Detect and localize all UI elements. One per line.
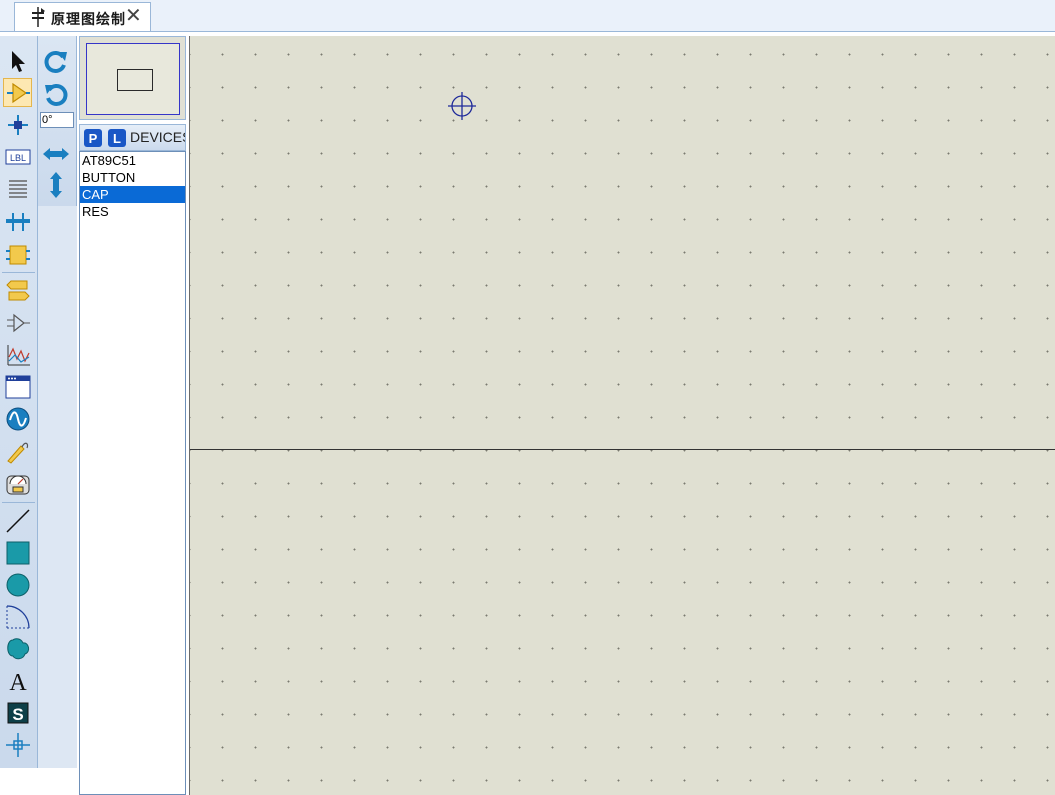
device-list-item[interactable]: RES <box>80 203 185 220</box>
text-lines-icon <box>8 179 27 198</box>
subcircuit-icon <box>5 245 30 264</box>
marker-icon <box>5 732 30 757</box>
schematic-icon <box>32 7 45 27</box>
text-mode-button[interactable]: A <box>3 666 32 695</box>
terminal-mode-button[interactable] <box>3 276 32 305</box>
generator-mode-button[interactable] <box>3 404 32 433</box>
rotate-ccw-icon <box>44 83 67 106</box>
svg-text:LBL: LBL <box>9 153 25 163</box>
device-list-item[interactable]: BUTTON <box>80 169 185 186</box>
meter-icon <box>6 475 29 494</box>
crosshair-cursor-icon <box>448 92 476 120</box>
marker-mode-button[interactable] <box>3 730 32 759</box>
rotate-counterclockwise-button[interactable] <box>41 79 70 108</box>
arc-mode-button[interactable] <box>3 602 32 631</box>
mode-toolbar: LBL A S <box>0 36 38 768</box>
vertical-arrows-icon <box>49 171 62 198</box>
device-list-item[interactable]: AT89C51 <box>80 152 185 169</box>
sheet-divider-line <box>190 449 1055 450</box>
component-icon <box>6 82 30 103</box>
rotate-cw-icon <box>44 50 67 73</box>
toolbar-footer <box>0 768 77 795</box>
graph-mode-button[interactable] <box>3 340 32 369</box>
tab-title: 原理图绘制 <box>51 11 126 27</box>
terminal-icon <box>5 280 30 300</box>
circle-icon <box>6 573 29 596</box>
subcircuit-mode-button[interactable] <box>3 240 32 269</box>
overview-window[interactable] <box>79 36 186 120</box>
device-pin-mode-button[interactable] <box>3 308 32 337</box>
symbol-mode-button[interactable]: S <box>3 698 32 727</box>
tape-recorder-mode-button[interactable] <box>3 372 32 401</box>
rotate-clockwise-button[interactable] <box>41 46 70 75</box>
tab-bar: 原理图绘制 ✕ <box>0 0 1055 32</box>
box-icon <box>6 541 29 564</box>
device-panel-header: P L DEVICES <box>79 124 186 151</box>
junction-icon <box>7 114 28 135</box>
text-a-icon: A <box>9 670 27 694</box>
probe-icon <box>6 442 28 464</box>
close-icon[interactable]: ✕ <box>125 5 142 27</box>
svg-text:A: A <box>9 670 27 694</box>
mirror-horizontal-button[interactable] <box>41 139 70 168</box>
window-icon <box>5 375 30 398</box>
component-mode-button[interactable] <box>3 78 32 107</box>
box-mode-button[interactable] <box>3 538 32 567</box>
arrow-pointer-icon <box>11 50 25 72</box>
closed-path-icon <box>6 637 29 659</box>
rotation-angle-field[interactable] <box>40 112 74 128</box>
bus-icon <box>5 212 30 231</box>
device-panel-title: DEVICES <box>130 129 186 145</box>
junction-mode-button[interactable] <box>3 110 32 139</box>
horizontal-arrows-icon <box>42 147 69 160</box>
instrument-mode-button[interactable] <box>3 468 32 497</box>
circle-mode-button[interactable] <box>3 570 32 599</box>
svg-text:S: S <box>12 705 23 724</box>
overview-viewport[interactable] <box>117 69 153 91</box>
pick-devices-button[interactable]: P <box>84 129 102 147</box>
line-mode-button[interactable] <box>3 506 32 535</box>
toolbar-gap <box>38 206 77 768</box>
schematic-canvas[interactable] <box>189 36 1055 795</box>
bus-mode-button[interactable] <box>3 206 32 235</box>
device-list-item[interactable]: CAP <box>80 186 185 203</box>
path-mode-button[interactable] <box>3 634 32 663</box>
generator-icon <box>6 407 29 430</box>
text-script-mode-button[interactable] <box>3 174 32 203</box>
device-list[interactable]: AT89C51 BUTTON CAP RES <box>79 151 186 795</box>
device-pin-icon <box>6 313 30 332</box>
probe-mode-button[interactable] <box>3 436 32 465</box>
label-icon: LBL <box>5 149 30 164</box>
wire-label-mode-button[interactable]: LBL <box>3 142 32 171</box>
select-mode-button[interactable] <box>3 46 32 75</box>
line-icon <box>5 508 30 533</box>
tab-schematic[interactable]: 原理图绘制 ✕ <box>14 2 151 31</box>
mirror-vertical-button[interactable] <box>41 170 70 199</box>
graph-icon <box>7 344 30 365</box>
arc-icon <box>6 604 30 628</box>
library-manager-button[interactable]: L <box>108 129 126 147</box>
symbol-icon: S <box>7 702 28 724</box>
